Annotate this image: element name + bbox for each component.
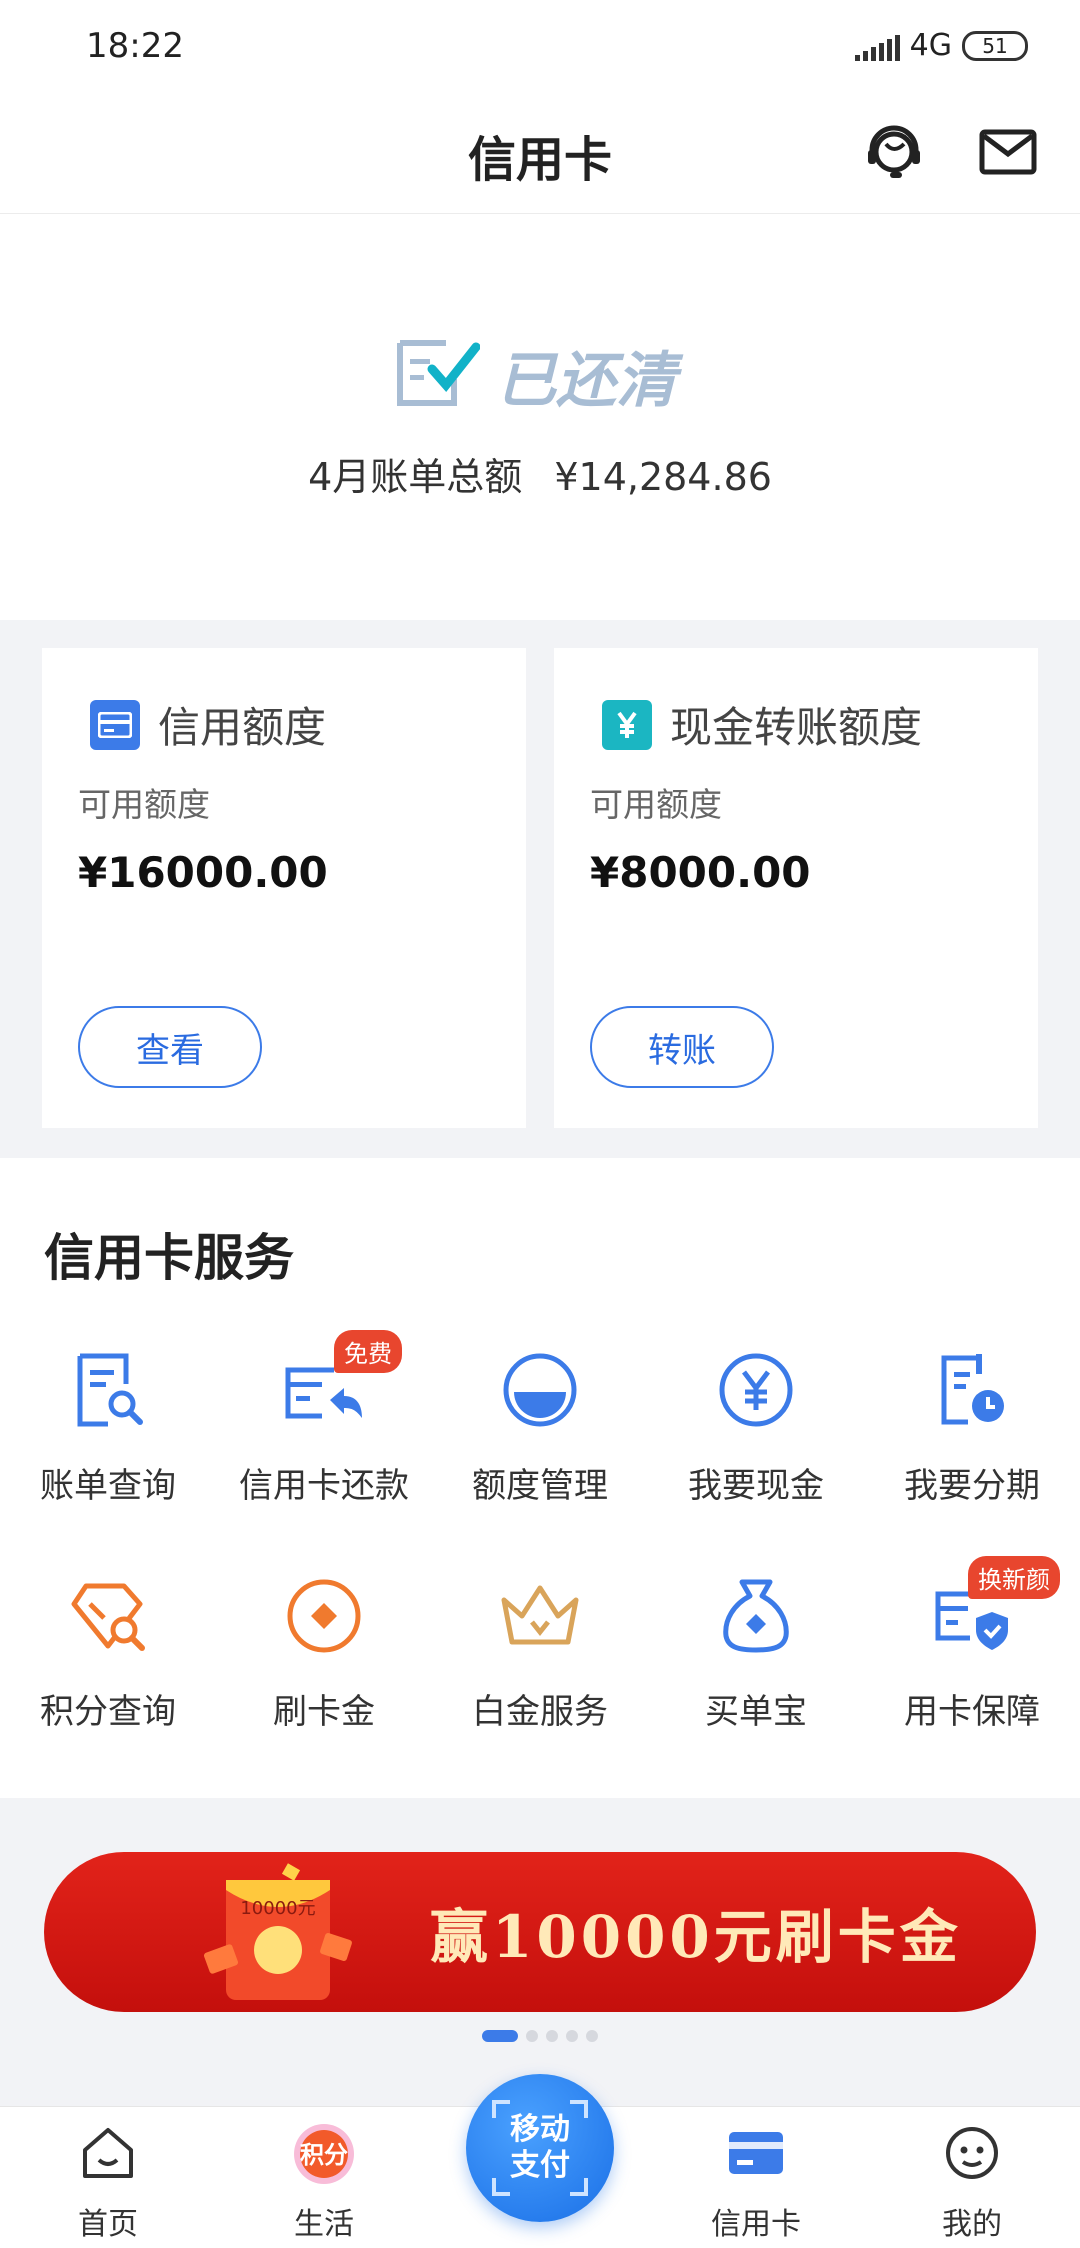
new-look-badge: 换新颜	[968, 1556, 1060, 1599]
card-reward-icon	[276, 1568, 372, 1664]
crown-icon	[492, 1568, 588, 1664]
bill-summary: 已还清 4月账单总额 ¥14,284.86	[0, 214, 1080, 620]
service-maidanbao[interactable]: 买单宝	[648, 1564, 864, 1790]
paid-check-icon	[396, 339, 481, 413]
service-points-inquiry[interactable]: 积分查询	[0, 1564, 216, 1790]
points-icon-text: 积分	[300, 2141, 348, 2169]
page-dot[interactable]	[566, 2030, 578, 2042]
cash-transfer-title: 现金转账额度	[602, 694, 922, 755]
cash-transfer-card[interactable]: 现金转账额度 可用额度 ¥8000.00 转账	[554, 648, 1038, 1128]
page-dot-active[interactable]	[482, 2030, 518, 2042]
mobile-pay-button[interactable]: 移动支付	[466, 2074, 614, 2222]
service-label: 账单查询	[40, 1466, 176, 1506]
service-label: 白金服务	[472, 1692, 608, 1732]
money-bag-icon	[708, 1568, 804, 1664]
services-title: 信用卡服务	[44, 1229, 294, 1287]
profile-icon	[940, 2121, 1004, 2185]
bill-search-icon	[60, 1342, 156, 1438]
points-search-icon	[60, 1568, 156, 1664]
installment-icon	[924, 1342, 1020, 1438]
yen-icon	[602, 699, 652, 750]
transfer-button[interactable]: 转账	[590, 1006, 774, 1088]
credit-limit-card[interactable]: 信用额度 可用额度 ¥16000.00 查看	[42, 648, 526, 1128]
credit-card-icon	[90, 699, 140, 750]
tab-mine[interactable]: 我的	[864, 2121, 1080, 2243]
service-platinum[interactable]: 白金服务	[432, 1564, 648, 1790]
services-grid: 账单查询 免费 信用卡还款 额度管理 我要现金 我要分期 积分查询 刷卡金 白金…	[0, 1330, 1080, 1790]
cash-yen-icon	[708, 1342, 804, 1438]
status-time: 18:22	[86, 26, 184, 66]
tab-life[interactable]: 积分 生活	[216, 2121, 432, 2243]
paid-status: 已还清	[396, 332, 676, 419]
service-label: 买单宝	[705, 1692, 807, 1732]
credit-card-tab-icon	[724, 2121, 788, 2185]
promo-banner[interactable]: 10000元 赢10000元刷卡金	[44, 1852, 1036, 2012]
status-indicators: 4G 51	[854, 28, 1028, 63]
status-bar: 18:22 4G 51	[0, 0, 1080, 92]
tab-label: 我的	[942, 2207, 1002, 2242]
page-dot[interactable]	[546, 2030, 558, 2042]
page-dot[interactable]	[586, 2030, 598, 2042]
bill-total-amount: ¥14,284.86	[554, 455, 772, 499]
envelope-text: 10000元	[240, 1898, 315, 1919]
paid-status-text: 已还清	[496, 346, 676, 416]
service-card-reward[interactable]: 刷卡金	[216, 1564, 432, 1790]
home-icon	[76, 2121, 140, 2185]
mail-icon[interactable]	[976, 120, 1040, 184]
red-envelope-icon: 10000元	[203, 1862, 354, 2012]
available-limit-amount: ¥16000.00	[78, 848, 328, 897]
customer-service-icon[interactable]	[862, 120, 926, 184]
available-cash-amount: ¥8000.00	[590, 848, 811, 897]
service-limit-management[interactable]: 额度管理	[432, 1338, 648, 1564]
scan-pay-icon	[492, 2100, 588, 2196]
service-label: 刷卡金	[273, 1692, 375, 1732]
battery-level: 51	[982, 33, 1008, 58]
credit-card-page: 18:22 4G 51 信用卡 已还清 4月账单总额 ¥14,284.86 信用…	[0, 0, 1080, 2248]
free-badge: 免费	[334, 1330, 402, 1373]
header: 信用卡	[0, 92, 1080, 214]
service-repayment[interactable]: 免费 信用卡还款	[216, 1330, 432, 1564]
service-label: 额度管理	[472, 1466, 608, 1506]
limit-gauge-icon	[492, 1342, 588, 1438]
signal-icon	[854, 31, 900, 61]
service-label: 我要分期	[904, 1466, 1040, 1506]
service-card-protection[interactable]: 换新颜 用卡保障	[864, 1556, 1080, 1790]
available-limit-label: 可用额度	[78, 785, 210, 824]
network-type: 4G	[909, 28, 952, 63]
service-bill-inquiry[interactable]: 账单查询	[0, 1338, 216, 1564]
tab-label: 首页	[78, 2207, 138, 2242]
view-limit-button[interactable]: 查看	[78, 1006, 262, 1088]
credit-limit-label: 信用额度	[158, 703, 327, 752]
bill-total-label: 4月账单总额	[308, 455, 523, 499]
banner-text: 赢10000元刷卡金	[430, 1903, 962, 1971]
banner-pagination	[0, 2030, 1080, 2042]
tab-label: 信用卡	[711, 2207, 801, 2242]
service-label: 信用卡还款	[239, 1466, 409, 1506]
points-life-icon: 积分	[284, 2121, 364, 2185]
bill-total: 4月账单总额 ¥14,284.86	[0, 446, 1080, 501]
tab-credit-card[interactable]: 信用卡	[648, 2121, 864, 2243]
tab-home[interactable]: 首页	[0, 2121, 216, 2243]
service-label: 用卡保障	[904, 1692, 1040, 1732]
service-label: 积分查询	[40, 1692, 176, 1732]
page-dot[interactable]	[526, 2030, 538, 2042]
credit-limit-title: 信用额度	[90, 694, 326, 755]
available-cash-label: 可用额度	[590, 785, 722, 824]
tab-label: 生活	[294, 2207, 354, 2242]
battery-icon: 51	[962, 30, 1028, 61]
cash-transfer-label: 现金转账额度	[670, 703, 923, 752]
credit-card-services: 信用卡服务 账单查询 免费 信用卡还款 额度管理 我要现金 我要分期 积分查询 …	[0, 1158, 1080, 1798]
service-label: 我要现金	[688, 1466, 824, 1506]
service-cash[interactable]: 我要现金	[648, 1338, 864, 1564]
service-installment[interactable]: 我要分期	[864, 1338, 1080, 1564]
